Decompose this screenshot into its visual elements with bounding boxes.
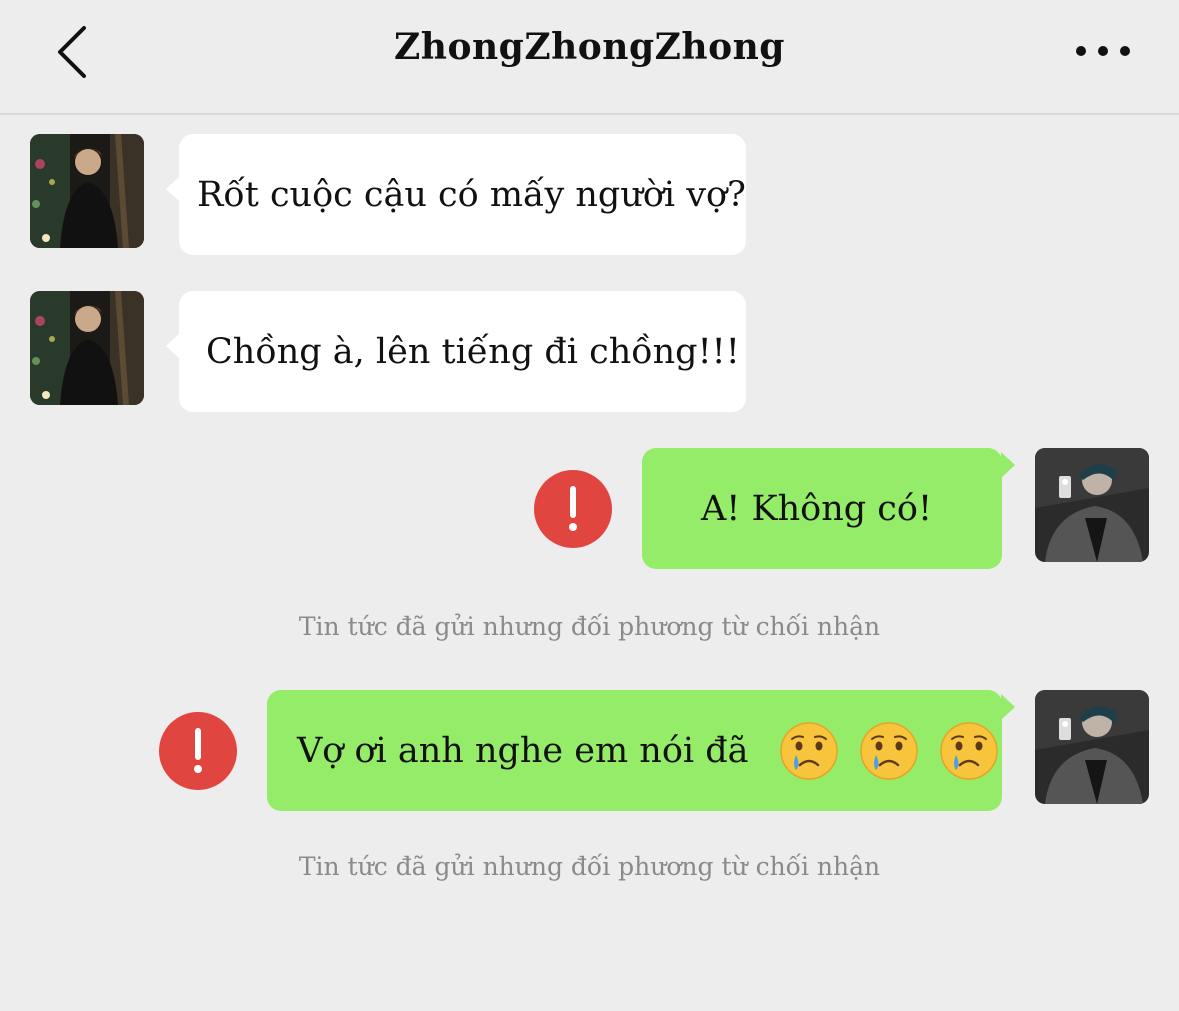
delivery-status-text: Tin tức đã gửi nhưng đối phương từ chối … bbox=[298, 612, 881, 641]
chat-header: ZhongZhongZhong bbox=[0, 0, 1179, 115]
message-text: Rốt cuộc cậu có mấy người vợ? bbox=[197, 174, 746, 215]
contact-avatar[interactable] bbox=[30, 134, 144, 248]
message-text: Chồng à, lên tiếng đi chồng!!! bbox=[206, 331, 740, 372]
message-bubble-incoming[interactable]: Rốt cuộc cậu có mấy người vợ? bbox=[166, 134, 746, 255]
ellipsis-icon bbox=[1076, 46, 1130, 56]
more-button[interactable] bbox=[1071, 34, 1135, 68]
contact-avatar-photo bbox=[30, 291, 144, 405]
send-failed-button[interactable] bbox=[534, 470, 612, 548]
send-failed-button[interactable] bbox=[159, 712, 237, 790]
exclamation-icon bbox=[194, 728, 202, 773]
crying-face-emoji bbox=[940, 721, 998, 780]
message-bubble-incoming[interactable]: Chồng à, lên tiếng đi chồng!!! bbox=[166, 291, 746, 412]
my-avatar-photo bbox=[1035, 690, 1149, 804]
message-text: Vợ ơi anh nghe em nói đã bbox=[297, 730, 749, 771]
bubble-tail bbox=[1001, 452, 1015, 478]
my-avatar[interactable] bbox=[1035, 448, 1149, 562]
exclamation-icon bbox=[569, 486, 577, 531]
contact-avatar[interactable] bbox=[30, 291, 144, 405]
bubble-tail bbox=[166, 176, 180, 202]
message-text: A! Không có! bbox=[701, 488, 933, 529]
crying-face-emoji bbox=[859, 721, 918, 780]
my-avatar-photo bbox=[1035, 448, 1149, 562]
message-bubble-outgoing[interactable]: A! Không có! bbox=[642, 448, 1015, 569]
contact-avatar-photo bbox=[30, 134, 144, 248]
my-avatar[interactable] bbox=[1035, 690, 1149, 804]
emoji-group bbox=[779, 721, 999, 781]
bubble-tail bbox=[166, 333, 180, 359]
delivery-status-text: Tin tức đã gửi nhưng đối phương từ chối … bbox=[298, 852, 881, 881]
bubble-tail bbox=[1001, 694, 1015, 720]
message-bubble-outgoing[interactable]: Vợ ơi anh nghe em nói đã bbox=[267, 690, 1015, 811]
chat-title: ZhongZhongZhong bbox=[394, 26, 785, 68]
crying-face-emoji bbox=[779, 721, 838, 780]
